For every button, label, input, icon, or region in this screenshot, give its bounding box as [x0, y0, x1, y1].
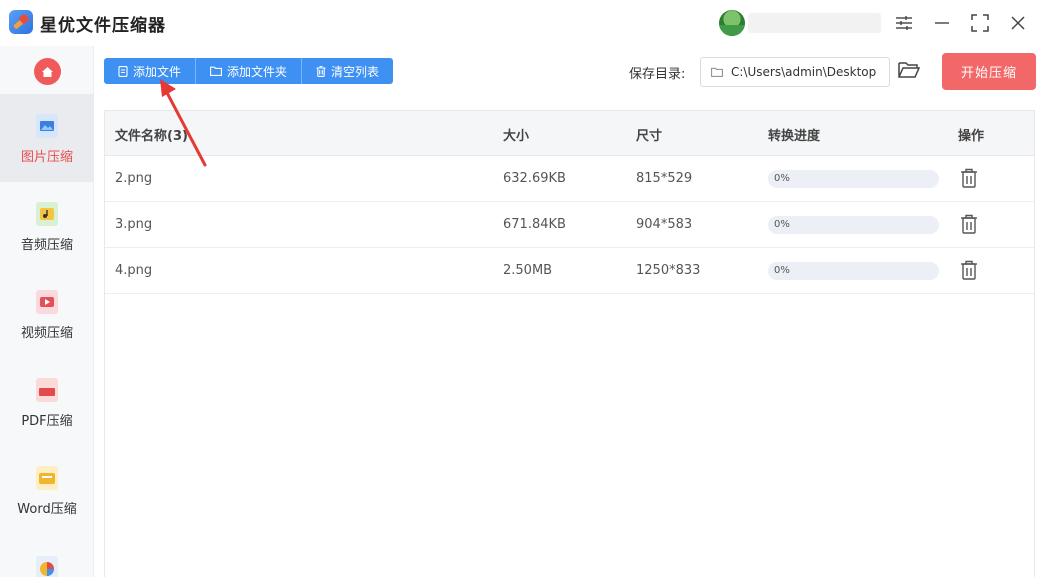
- title-bar: 星优文件压缩器: [0, 0, 1045, 46]
- user-avatar[interactable]: [719, 10, 745, 36]
- delete-icon[interactable]: [960, 260, 978, 280]
- progress-text: 0%: [774, 265, 790, 276]
- file-size: 2.50MB: [503, 263, 553, 278]
- browse-folder-icon[interactable]: [898, 60, 921, 82]
- table-header: 文件名称(3) 大小 尺寸 转换进度 操作: [105, 111, 1034, 156]
- sidebar-item-audio-compress[interactable]: 音频压缩: [0, 182, 94, 270]
- maximize-icon[interactable]: [967, 10, 993, 36]
- clear-list-label: 清空列表: [331, 64, 380, 79]
- col-header-size: 大小: [503, 129, 530, 144]
- word-file-icon: [34, 464, 60, 492]
- audio-file-icon: [34, 200, 60, 228]
- close-icon[interactable]: [1005, 10, 1031, 36]
- delete-icon[interactable]: [960, 214, 978, 234]
- file-icon: [118, 65, 128, 77]
- app-title: 星优文件压缩器: [40, 16, 166, 36]
- table-row[interactable]: 4.png 2.50MB 1250*833 0%: [105, 248, 1034, 294]
- col-header-action: 操作: [958, 129, 985, 144]
- minimize-icon[interactable]: [929, 10, 955, 36]
- file-dimensions: 815*529: [636, 171, 693, 186]
- table-row[interactable]: 3.png 671.84KB 904*583 0%: [105, 202, 1034, 248]
- pdf-file-icon: [34, 376, 60, 404]
- sidebar-item-label: 音频压缩: [20, 237, 73, 253]
- start-compress-button[interactable]: 开始压缩: [942, 53, 1036, 90]
- ppt-file-icon: [34, 554, 60, 577]
- sidebar-item-more[interactable]: [0, 534, 94, 577]
- progress-text: 0%: [774, 219, 790, 230]
- col-header-name: 文件名称(3): [115, 129, 188, 144]
- add-folder-button[interactable]: 添加文件夹: [196, 58, 303, 84]
- progress-bar: 0%: [768, 262, 939, 280]
- add-folder-label: 添加文件夹: [227, 64, 288, 79]
- file-name: 4.png: [115, 263, 153, 278]
- file-dimensions: 904*583: [636, 217, 693, 232]
- col-header-dimensions: 尺寸: [636, 129, 663, 144]
- file-dimensions: 1250*833: [636, 263, 701, 278]
- file-size: 632.69KB: [503, 171, 566, 186]
- delete-icon[interactable]: [960, 168, 978, 188]
- sidebar-item-video-compress[interactable]: 视频压缩: [0, 270, 94, 358]
- sidebar-item-pdf-compress[interactable]: PDF压缩: [0, 358, 94, 446]
- save-dir-label: 保存目录:: [629, 67, 686, 82]
- settings-sliders-icon[interactable]: [891, 10, 917, 36]
- progress-bar: 0%: [768, 170, 939, 188]
- user-name-field[interactable]: [748, 13, 881, 33]
- clear-list-button[interactable]: 清空列表: [302, 58, 394, 84]
- sidebar-item-word-compress[interactable]: Word压缩: [0, 446, 94, 534]
- progress-text: 0%: [774, 173, 790, 184]
- sidebar-item-label: Word压缩: [17, 501, 77, 517]
- app-logo-icon: [9, 10, 33, 34]
- add-file-button[interactable]: 添加文件: [104, 58, 197, 84]
- folder-icon: [210, 66, 222, 76]
- file-size: 671.84KB: [503, 217, 566, 232]
- sidebar: 图片压缩 音频压缩 视频压缩 PDF压缩 Word压缩: [0, 46, 94, 577]
- video-file-icon: [34, 288, 60, 316]
- sidebar-item-label: 图片压缩: [20, 149, 73, 165]
- save-dir-field[interactable]: C:\Users\admin\Desktop: [700, 57, 890, 87]
- file-toolbar: 添加文件 添加文件夹 清空列表: [104, 58, 394, 84]
- file-name: 2.png: [115, 171, 153, 186]
- progress-bar: 0%: [768, 216, 939, 234]
- sidebar-item-image-compress[interactable]: 图片压缩: [0, 94, 94, 182]
- sidebar-item-label: PDF压缩: [21, 413, 73, 429]
- home-icon[interactable]: [34, 58, 61, 85]
- file-table: 文件名称(3) 大小 尺寸 转换进度 操作 2.png 632.69KB 815…: [104, 110, 1035, 577]
- table-row[interactable]: 2.png 632.69KB 815*529 0%: [105, 156, 1034, 202]
- sidebar-item-label: 视频压缩: [20, 325, 73, 341]
- col-header-progress: 转换进度: [768, 129, 821, 144]
- image-file-icon: [34, 112, 60, 140]
- add-file-label: 添加文件: [133, 64, 182, 79]
- app-window: 星优文件压缩器 图片压缩 音频压缩 视频压缩 PDF压缩 Word压缩 添加文件…: [0, 0, 1045, 577]
- file-name: 3.png: [115, 217, 153, 232]
- save-dir-path: C:\Users\admin\Desktop: [731, 65, 877, 79]
- folder-icon: [711, 67, 723, 77]
- trash-icon: [316, 65, 326, 77]
